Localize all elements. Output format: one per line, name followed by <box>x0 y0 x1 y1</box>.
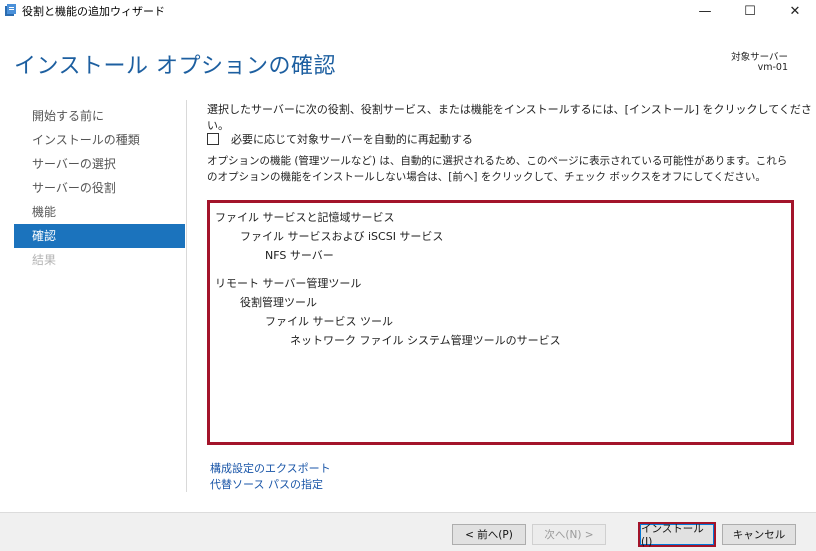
minimize-button[interactable]: — <box>682 0 728 22</box>
restart-option: 必要に応じて対象サーバーを自動的に再起動する <box>207 131 473 147</box>
export-settings-link[interactable]: 構成設定のエクスポート <box>210 461 331 477</box>
intro-text: 選択したサーバーに次の役割、役割サービス、または機能をインストールするには、[イ… <box>207 103 812 132</box>
next-button: 次へ(N) > <box>532 524 606 545</box>
sidebar-item-installation-type[interactable]: インストールの種類 <box>14 128 185 152</box>
restart-checkbox[interactable] <box>207 133 219 145</box>
optional-features-note: オプションの機能 (管理ツールなど) は、自動的に選択されるため、このページに表… <box>207 155 788 183</box>
server-manager-icon <box>5 4 16 16</box>
alternate-source-link[interactable]: 代替ソース パスの指定 <box>210 477 331 493</box>
sidebar-item-server-selection[interactable]: サーバーの選択 <box>14 152 185 176</box>
wizard-footer: < 前へ(P) 次へ(N) > インストール(I) キャンセル <box>0 512 816 551</box>
feature-item: NFS サーバー <box>265 249 334 262</box>
target-server-value: vm-01 <box>757 62 788 73</box>
sidebar-item-features[interactable]: 機能 <box>14 200 185 224</box>
feature-item: ネットワーク ファイル システム管理ツールのサービス <box>290 334 561 347</box>
sidebar-item-confirmation[interactable]: 確認 <box>14 224 185 248</box>
feature-item: リモート サーバー管理ツール <box>215 277 362 290</box>
sidebar-item-server-roles[interactable]: サーバーの役割 <box>14 176 185 200</box>
title-bar: 役割と機能の追加ウィザード — ☐ ✕ <box>0 0 816 22</box>
feature-item: ファイル サービスおよび iSCSI サービス <box>240 230 444 243</box>
wizard-steps-sidebar: 開始する前に インストールの種類 サーバーの選択 サーバーの役割 機能 確認 結… <box>14 104 185 272</box>
sidebar-item-results: 結果 <box>32 253 57 267</box>
previous-button[interactable]: < 前へ(P) <box>452 524 526 545</box>
feature-item: ファイル サービスと記憶域サービス <box>215 211 395 224</box>
maximize-button[interactable]: ☐ <box>727 0 773 22</box>
restart-label[interactable]: 必要に応じて対象サーバーを自動的に再起動する <box>231 131 473 147</box>
feature-item: ファイル サービス ツール <box>265 315 393 328</box>
sidebar-divider <box>186 100 187 492</box>
links-area: 構成設定のエクスポート 代替ソース パスの指定 <box>210 461 331 493</box>
cancel-button[interactable]: キャンセル <box>722 524 796 545</box>
page-title: インストール オプションの確認 <box>14 54 337 79</box>
close-button[interactable]: ✕ <box>772 0 816 22</box>
install-button[interactable]: インストール(I) <box>640 523 714 548</box>
sidebar-item-before-you-begin[interactable]: 開始する前に <box>14 104 185 128</box>
target-server-label: 対象サーバー <box>731 52 788 63</box>
feature-list-box: ファイル サービスと記憶域サービス ファイル サービスおよび iSCSI サービ… <box>207 200 794 445</box>
feature-item: 役割管理ツール <box>240 296 317 309</box>
window-title: 役割と機能の追加ウィザード <box>22 5 165 18</box>
